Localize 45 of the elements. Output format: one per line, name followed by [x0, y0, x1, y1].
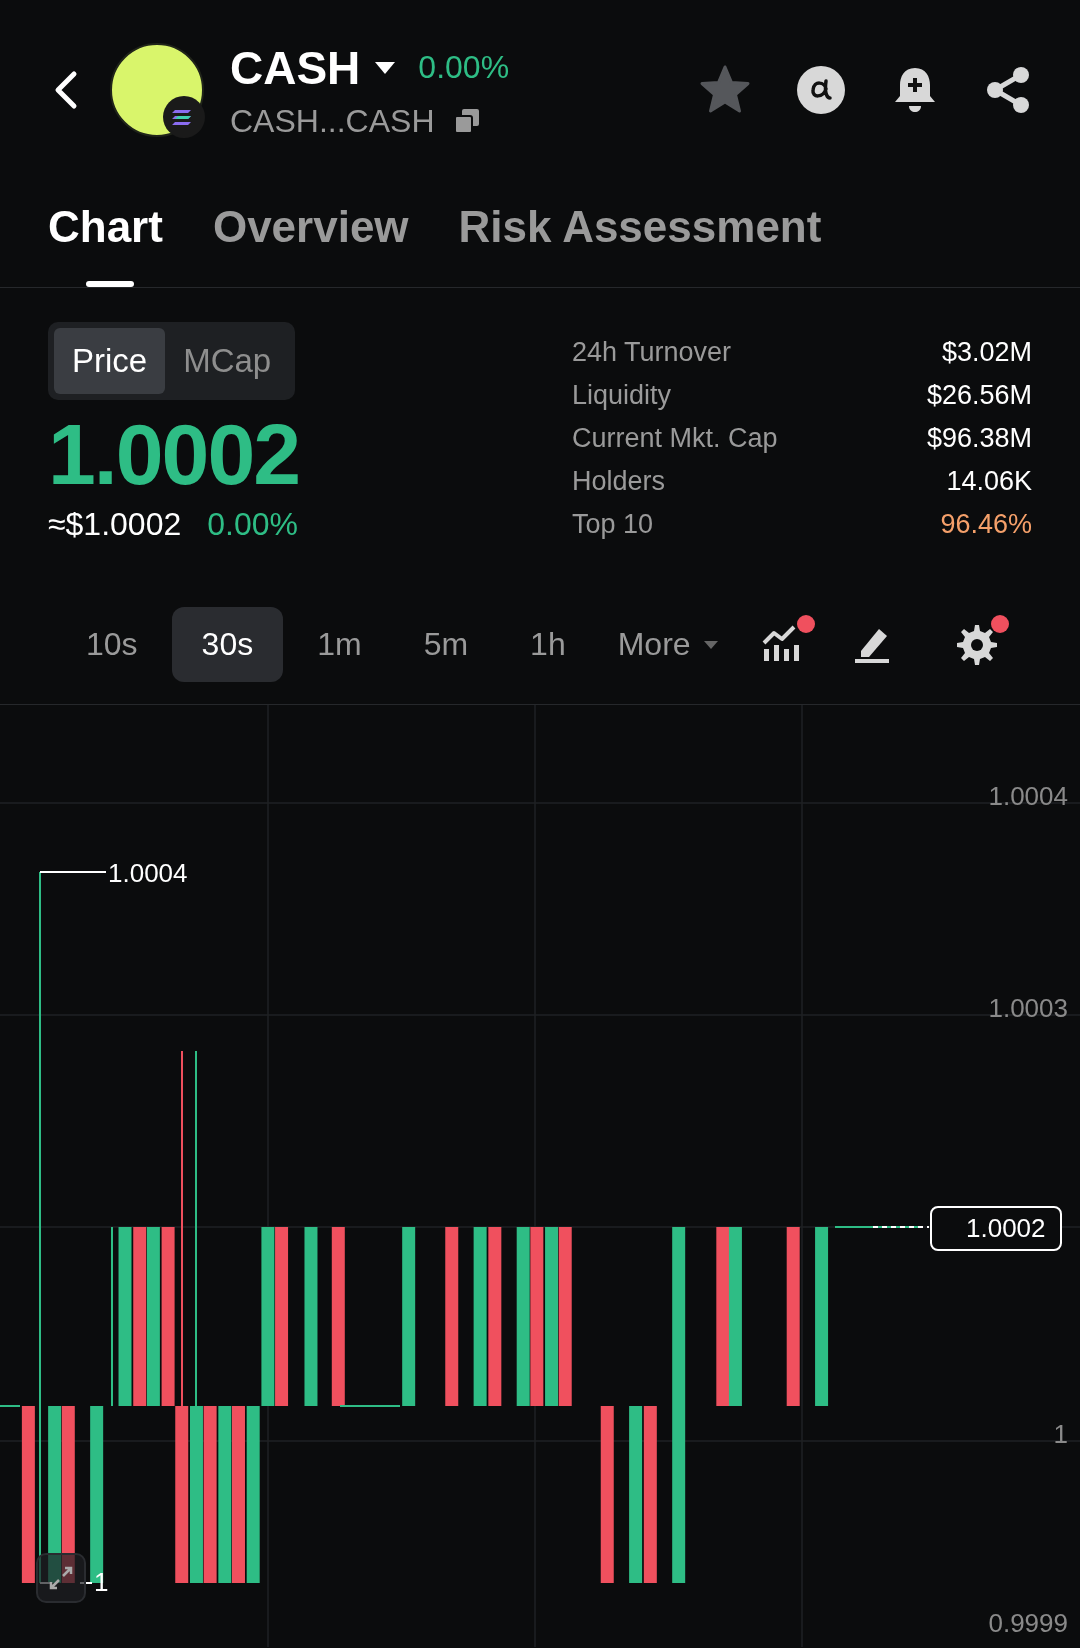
tab[interactable]: Overview	[212, 200, 409, 287]
toggle-option[interactable]: Price	[54, 328, 166, 394]
axis-label: 1	[1053, 1419, 1068, 1450]
low-price-label: 1	[94, 1567, 109, 1598]
dropdown-caret-icon[interactable]	[374, 60, 397, 75]
tab[interactable]: Chart	[48, 200, 163, 287]
caret-icon[interactable]	[702, 639, 719, 650]
leader-line	[40, 870, 106, 874]
expand-icon[interactable]	[48, 1565, 74, 1591]
price-change: 0.00%	[418, 49, 510, 86]
stat-label: Holders	[572, 465, 667, 498]
leader-line	[873, 1225, 929, 1229]
star-icon[interactable]	[699, 65, 751, 115]
stat-label: 24h Turnover	[572, 336, 733, 369]
expand-button[interactable]	[36, 1553, 86, 1603]
interval-tab[interactable]: 10s	[58, 607, 166, 682]
tab[interactable]: Risk Assessment	[458, 200, 822, 287]
axis-label: 0.9999	[988, 1608, 1068, 1639]
more-dropdown[interactable]: More	[617, 607, 719, 682]
price-change: 0.00%	[207, 506, 298, 543]
stat-value: 96.46%	[940, 508, 1032, 541]
copy-icon[interactable]	[454, 108, 481, 134]
alpha-icon[interactable]	[796, 65, 846, 115]
settings-icon[interactable]	[954, 622, 999, 667]
stat-label: Liquidity	[572, 379, 673, 412]
stat-value: $26.56M	[926, 379, 1032, 412]
interval-tab[interactable]: 1m	[289, 607, 390, 682]
stat-value: 14.06K	[946, 465, 1032, 498]
usd-price: ≈$1.0002	[48, 506, 182, 543]
interval-tab[interactable]: 5m	[395, 607, 497, 682]
toggle-option[interactable]: MCap	[165, 328, 290, 394]
token-symbol: CASH	[230, 40, 361, 95]
interval-tab[interactable]: 30s	[171, 607, 284, 682]
stat-label: Top 10	[572, 508, 655, 541]
axis-label: 1.0004	[988, 781, 1068, 812]
stat-value: $3.02M	[941, 336, 1032, 369]
axis-label: 1.0003	[988, 993, 1068, 1024]
high-price-label: 1.0004	[108, 858, 188, 889]
interval-tab[interactable]: 1h	[502, 607, 594, 682]
stat-label: Current Mkt. Cap	[572, 422, 779, 455]
contract-address: CASH...CASH	[230, 102, 435, 140]
current-price: 1.0002	[48, 405, 300, 504]
last-price-tag: 1.0002	[930, 1206, 1062, 1251]
share-icon[interactable]	[984, 65, 1032, 115]
stat-value: $96.38M	[926, 422, 1032, 455]
